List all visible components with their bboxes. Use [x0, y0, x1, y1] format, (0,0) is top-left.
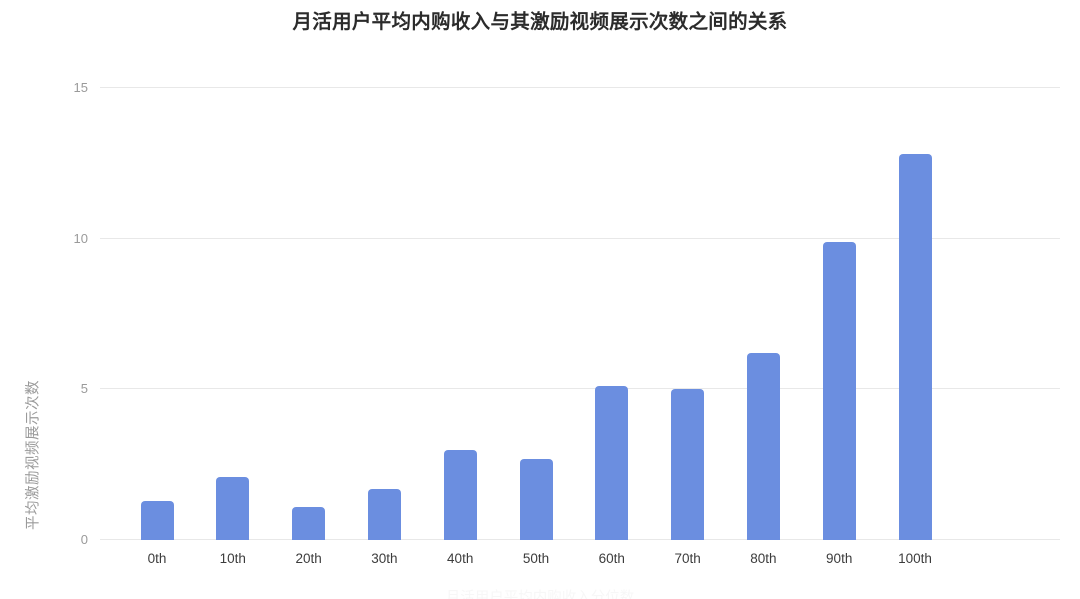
- x-axis-tick-label: 30th: [371, 551, 398, 566]
- bar: [671, 389, 705, 540]
- bar-chart: 月活用户平均内购收入与其激励视频展示次数之间的关系 平均激励视频展示次数 0 5 1…: [0, 0, 1080, 599]
- bar: [595, 386, 629, 540]
- chart-title: 月活用户平均内购收入与其激励视频展示次数之间的关系: [292, 11, 788, 33]
- gridline: [100, 87, 1060, 88]
- plot-area: [100, 87, 1060, 540]
- x-axis-tick-label: 90th: [826, 551, 853, 566]
- y-axis-tick-label: 5: [80, 381, 88, 397]
- x-axis-title-label: 月活用户平均内购收入分位数: [445, 590, 635, 599]
- y-axis-tick-label: 15: [73, 80, 88, 95]
- y-axis-title-label: 平均激励视频展示次数: [25, 380, 42, 530]
- x-axis-tick-label: 100th: [898, 551, 932, 566]
- x-axis-tick-label: 50th: [522, 551, 550, 566]
- x-axis-tick-label: 40th: [447, 551, 474, 566]
- y-axis-tick-label: 0: [80, 532, 88, 547]
- x-axis-tick-label: 10th: [219, 551, 246, 566]
- bar: [367, 488, 401, 540]
- x-axis-title: 月活用户平均内购收入分位数: [0, 589, 1080, 599]
- y-axis-title: 平均激励视频展示次数: [18, 340, 46, 570]
- bar: [519, 458, 553, 540]
- bar: [746, 353, 780, 540]
- x-axis-tick-label: 20th: [295, 551, 322, 566]
- x-axis-tick-label: 0th: [147, 551, 167, 566]
- y-axis-tick-label: 10: [73, 230, 88, 246]
- bar: [443, 449, 477, 540]
- x-axis-tick-label: 70th: [674, 551, 701, 566]
- bar: [140, 500, 174, 540]
- bar: [898, 154, 932, 540]
- x-axis-tick-label: 60th: [598, 551, 625, 566]
- bar: [216, 476, 250, 540]
- bar: [822, 241, 856, 540]
- bar: [292, 506, 326, 540]
- x-axis-tick-label: 80th: [750, 551, 777, 566]
